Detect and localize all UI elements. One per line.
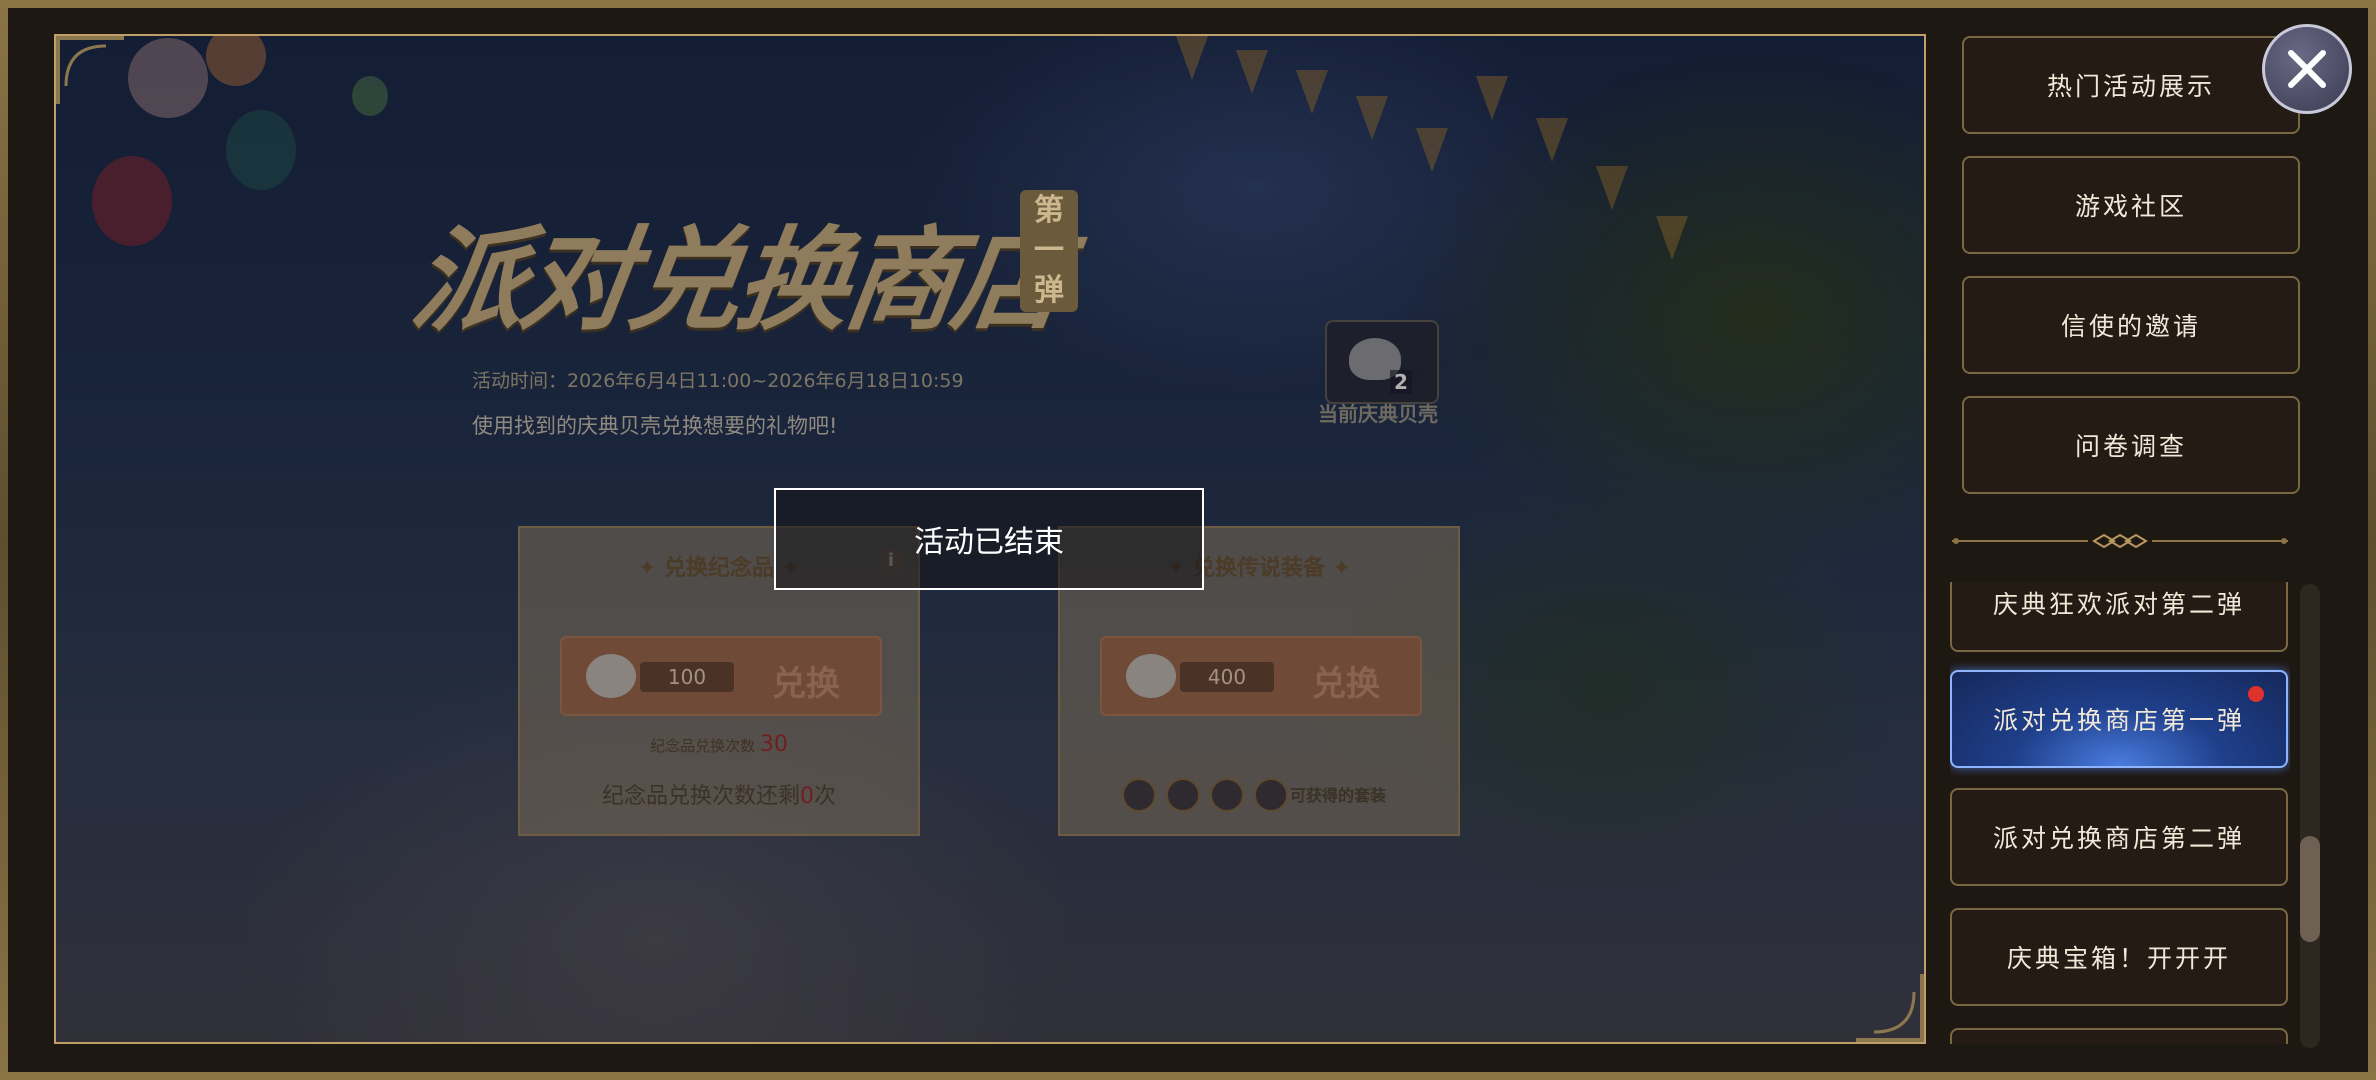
scrollbar-thumb[interactable]	[2300, 836, 2320, 942]
set-label: 可获得的套装	[1290, 786, 1387, 805]
exchange-cost: 400	[1180, 662, 1274, 692]
exchange-cost: 100	[640, 662, 734, 692]
limit-line: 纪念品兑换次数 30	[520, 732, 918, 757]
event-list-item-label: 派对兑换商店第一弹	[1992, 706, 2245, 735]
equipment-set-icon[interactable]	[1166, 778, 1200, 812]
event-list-item[interactable]: 派对兑换商店第二弹	[1950, 788, 2288, 886]
close-icon	[2288, 50, 2326, 88]
shell-label: 当前庆典贝壳	[1318, 402, 1438, 426]
exchange-label: 兑换	[772, 664, 840, 704]
shell-icon	[586, 654, 636, 698]
limit-label: 纪念品兑换次数	[650, 737, 756, 755]
event-list-scrollbar[interactable]	[2300, 584, 2320, 1048]
sidebar-item-messenger-invite[interactable]: 信使的邀请	[1962, 276, 2300, 374]
event-list-item[interactable]: 庆典宝箱！开开开	[1950, 908, 2288, 1006]
equipment-set-icon[interactable]	[1254, 778, 1288, 812]
sidebar-item-popular-events[interactable]: 热门活动展示	[1962, 36, 2300, 134]
event-list-item[interactable]	[1950, 1028, 2288, 1044]
event-list-item-label: 庆典狂欢派对第二弹	[1992, 590, 2245, 619]
event-list-item-label: 庆典宝箱！开开开	[2006, 944, 2231, 973]
ornament-divider	[1952, 534, 2288, 548]
exchange-label: 兑换	[1312, 664, 1380, 704]
event-title-tag: 第 一 弹	[1020, 190, 1078, 312]
shell-counter	[1325, 320, 1439, 404]
sidebar-item-community[interactable]: 游戏社区	[1962, 156, 2300, 254]
event-time: 活动时间：2026年6月4日11:00~2026年6月18日10:59	[472, 370, 964, 392]
event-list-item-label: 派对兑换商店第二弹	[1992, 824, 2245, 853]
exchange-legend-button[interactable]: 400 兑换	[1100, 636, 1422, 716]
equipment-set-icon[interactable]	[1122, 778, 1156, 812]
event-list-item[interactable]: 庆典狂欢派对第二弹	[1950, 582, 2288, 652]
event-description: 使用找到的庆典贝壳兑换想要的礼物吧!	[472, 414, 838, 438]
remain-prefix: 纪念品兑换次数还剩	[601, 784, 800, 809]
exchange-souvenir-button[interactable]: 100 兑换	[560, 636, 882, 716]
close-button[interactable]	[2262, 24, 2352, 114]
title-tag-char: 第	[1034, 193, 1064, 228]
event-list[interactable]: 庆典狂欢派对第二弹 派对兑换商店第一弹 派对兑换商店第二弹 庆典宝箱！开开开	[1950, 582, 2290, 1044]
sidebar-item-survey[interactable]: 问卷调查	[1962, 396, 2300, 494]
title-tag-char: 弹	[1034, 273, 1064, 308]
remain-value: 0	[800, 784, 814, 809]
title-tag-char: 一	[1034, 233, 1064, 268]
event-list-item-active[interactable]: 派对兑换商店第一弹	[1950, 670, 2288, 768]
remain-line: 纪念品兑换次数还剩0次	[520, 778, 918, 810]
shell-count: 2	[1390, 370, 1412, 394]
shell-icon	[1126, 654, 1176, 698]
equipment-set-icons	[1122, 778, 1288, 812]
equipment-set-icon[interactable]	[1210, 778, 1244, 812]
notification-badge	[2248, 686, 2264, 702]
limit-value: 30	[759, 732, 788, 757]
remain-suffix: 次	[814, 784, 837, 809]
event-title: 派对兑换商店	[404, 215, 1071, 346]
event-ended-toast: 活动已结束	[774, 488, 1204, 590]
